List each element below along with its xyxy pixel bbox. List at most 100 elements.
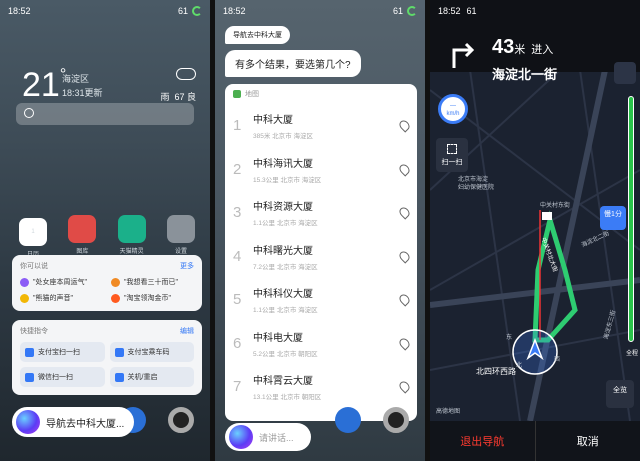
result-row[interactable]: 1 中科大厦 385米 北京市 海淀区 — [225, 104, 417, 148]
result-row[interactable]: 2 中科海讯大厦 15.3公里 北京市 海淀区 — [225, 148, 417, 192]
result-name: 中科科仪大厦 — [253, 289, 313, 301]
result-info: 1.1公里 北京市 海淀区 — [253, 307, 318, 315]
input-placeholder: 请讲话... — [259, 432, 294, 443]
camera-icon[interactable] — [168, 407, 194, 433]
overview-button[interactable]: 全览 — [606, 380, 634, 408]
next-street: 海淀北一街 — [492, 67, 558, 82]
scan-icon — [447, 144, 457, 154]
result-row[interactable]: 4 中科曙光大厦 7.2公里 北京市 海淀区 — [225, 235, 417, 279]
quick-command-icon — [114, 372, 124, 382]
suggestion-icon — [111, 293, 120, 303]
result-row[interactable]: 3 中科资源大厦 1.1公里 北京市 海淀区 — [225, 191, 417, 235]
app-icon[interactable]: 天猫精灵 — [117, 215, 147, 258]
status-time: 18:52 — [223, 6, 246, 16]
quick-command-button[interactable]: 微信扫一扫 — [20, 367, 105, 387]
app-icon[interactable]: 图库 — [67, 215, 97, 258]
full-route-label: 全程 — [625, 351, 638, 357]
result-row[interactable]: 5 中科科仪大厦 1.1公里 北京市 海淀区 — [225, 278, 417, 322]
quick-command-button[interactable]: 支付宝乘车码 — [109, 342, 194, 362]
quick-command-icon — [25, 372, 34, 382]
result-index: 7 — [233, 378, 242, 396]
voice-assistant-icon[interactable] — [614, 62, 636, 84]
scan-button[interactable]: 扫一扫 — [436, 138, 468, 172]
app-tile-icon — [117, 215, 146, 243]
edit-link[interactable]: 编辑 — [180, 326, 194, 336]
app-row: 1日历图库 天猫精灵 设置 — [18, 215, 196, 258]
cancel-button[interactable]: 取消 — [534, 421, 640, 461]
result-list: 地图 1 中科大厦 385米 北京市 海淀区 2 中科海讯大厦 15.3公里 北京市 海淀… — [225, 84, 417, 421]
result-name: 中科大厦 — [253, 115, 293, 127]
voice-query-bubble[interactable]: 导航去中科大厦... — [12, 407, 135, 437]
route-progress-bar — [628, 96, 634, 342]
battery-ring-icon — [407, 6, 417, 16]
battery-level: 61 — [177, 6, 188, 16]
result-index: 3 — [233, 204, 242, 222]
nav-bottom-bar: 退出导航 取消 — [430, 421, 640, 461]
turn-right-arrow-icon — [452, 42, 475, 68]
map-source-label: 地图 — [245, 91, 259, 98]
browser-icon[interactable] — [335, 407, 361, 433]
result-row[interactable]: 6 中科电大厦 5.2公里 北京市 朝阳区 — [225, 322, 417, 366]
weather-temperature: 21° — [22, 66, 67, 104]
result-index: 1 — [233, 117, 242, 135]
result-name: 中科资源大厦 — [253, 202, 313, 214]
traffic-delay-badge: 慢1分 — [600, 206, 626, 230]
assistant-results-screen: 18:52 61 导航去中科大厦 有多个结果，要选第几个? 地图 1 中科大厦 38… — [215, 0, 425, 461]
suggestion-card: 你可以说 更多 "处女座本周运气" "我想看三十而已" "熊猫的声音" "淘宝领淘金币" — [12, 255, 202, 311]
result-row[interactable]: 7 中科霄云大厦 13.1公里 北京市 朝阳区 — [225, 365, 417, 409]
result-name: 中科曙光大厦 — [253, 245, 313, 257]
quick-command-button[interactable]: 支付宝扫一扫 — [20, 342, 105, 362]
suggestion-item[interactable]: "熊猫的声音" — [20, 293, 103, 303]
app-tile-icon — [68, 215, 97, 243]
suggestion-icon — [20, 277, 29, 287]
status-bar: 18:52 61 — [215, 0, 425, 22]
map-view[interactable]: 北京市海淀 妇幼保健医院 中关村东街 海淀北二街 北四环西路 海淀东三街 高德地… — [430, 70, 640, 421]
voice-input[interactable]: 请讲话... — [225, 423, 311, 451]
assistant-orb-icon[interactable] — [229, 425, 253, 449]
app-icon[interactable]: 1日历 — [18, 215, 48, 258]
result-index: 4 — [233, 247, 242, 265]
result-info: 13.1公里 北京市 朝阳区 — [253, 394, 322, 402]
navigation-screen: 北京市海淀 妇幼保健医院 中关村东街 海淀北二街 北四环西路 海淀东三街 高德地… — [430, 0, 640, 461]
cloud-icon — [176, 68, 196, 80]
exit-navigation-button[interactable]: 退出导航 — [430, 421, 535, 461]
search-bar[interactable] — [16, 103, 194, 125]
quick-command-icon — [25, 347, 34, 357]
result-name: 中科霄云大厦 — [253, 376, 313, 388]
app-label: 图库 — [76, 249, 89, 255]
battery-level: 61 — [392, 6, 403, 16]
result-index: 2 — [233, 160, 242, 178]
result-name: 中科海讯大厦 — [253, 158, 313, 170]
map-app-icon — [233, 90, 241, 98]
weather-widget[interactable]: 雨 67 良 — [160, 68, 196, 103]
suggestion-icon — [111, 277, 120, 287]
search-icon — [24, 108, 34, 118]
suggestion-item[interactable]: "我想看三十而已" — [111, 277, 194, 287]
assistant-orb-icon[interactable] — [16, 410, 40, 434]
app-tile-icon: 1 — [19, 218, 47, 246]
camera-icon[interactable] — [383, 407, 409, 433]
suggestion-item[interactable]: "处女座本周运气" — [20, 277, 103, 287]
status-bar: 18:52 61 — [430, 0, 640, 22]
destination-flag-icon — [542, 212, 552, 220]
result-info: 5.2公里 北京市 朝阳区 — [253, 350, 318, 358]
speed-indicator: — km/h — [438, 94, 468, 124]
quick-command-card: 快捷指令 编辑 支付宝扫一扫 支付宝乘车码 微信扫一扫 关机/重启 — [12, 320, 202, 395]
app-label: 设置 — [174, 249, 187, 255]
app-tile-icon — [166, 215, 195, 243]
status-time: 18:52 — [8, 6, 31, 16]
app-icon[interactable]: 设置 — [166, 215, 196, 258]
quick-command-icon — [114, 347, 124, 357]
quick-command-button[interactable]: 关机/重启 — [109, 367, 194, 387]
result-info: 7.2公里 北京市 海淀区 — [253, 263, 318, 271]
result-info: 15.3公里 北京市 海淀区 — [253, 176, 322, 184]
app-label: 天猫精灵 — [119, 249, 144, 255]
more-link[interactable]: 更多 — [180, 261, 194, 271]
result-info: 1.1公里 北京市 海淀区 — [253, 220, 318, 228]
result-index: 6 — [233, 334, 242, 352]
result-index: 5 — [233, 291, 242, 309]
suggestion-title: 你可以说 — [20, 263, 48, 270]
turn-distance: 43米 进入 — [492, 36, 554, 58]
suggestion-item[interactable]: "淘宝领淘金币" — [111, 293, 194, 303]
result-info: 385米 北京市 海淀区 — [253, 133, 313, 141]
